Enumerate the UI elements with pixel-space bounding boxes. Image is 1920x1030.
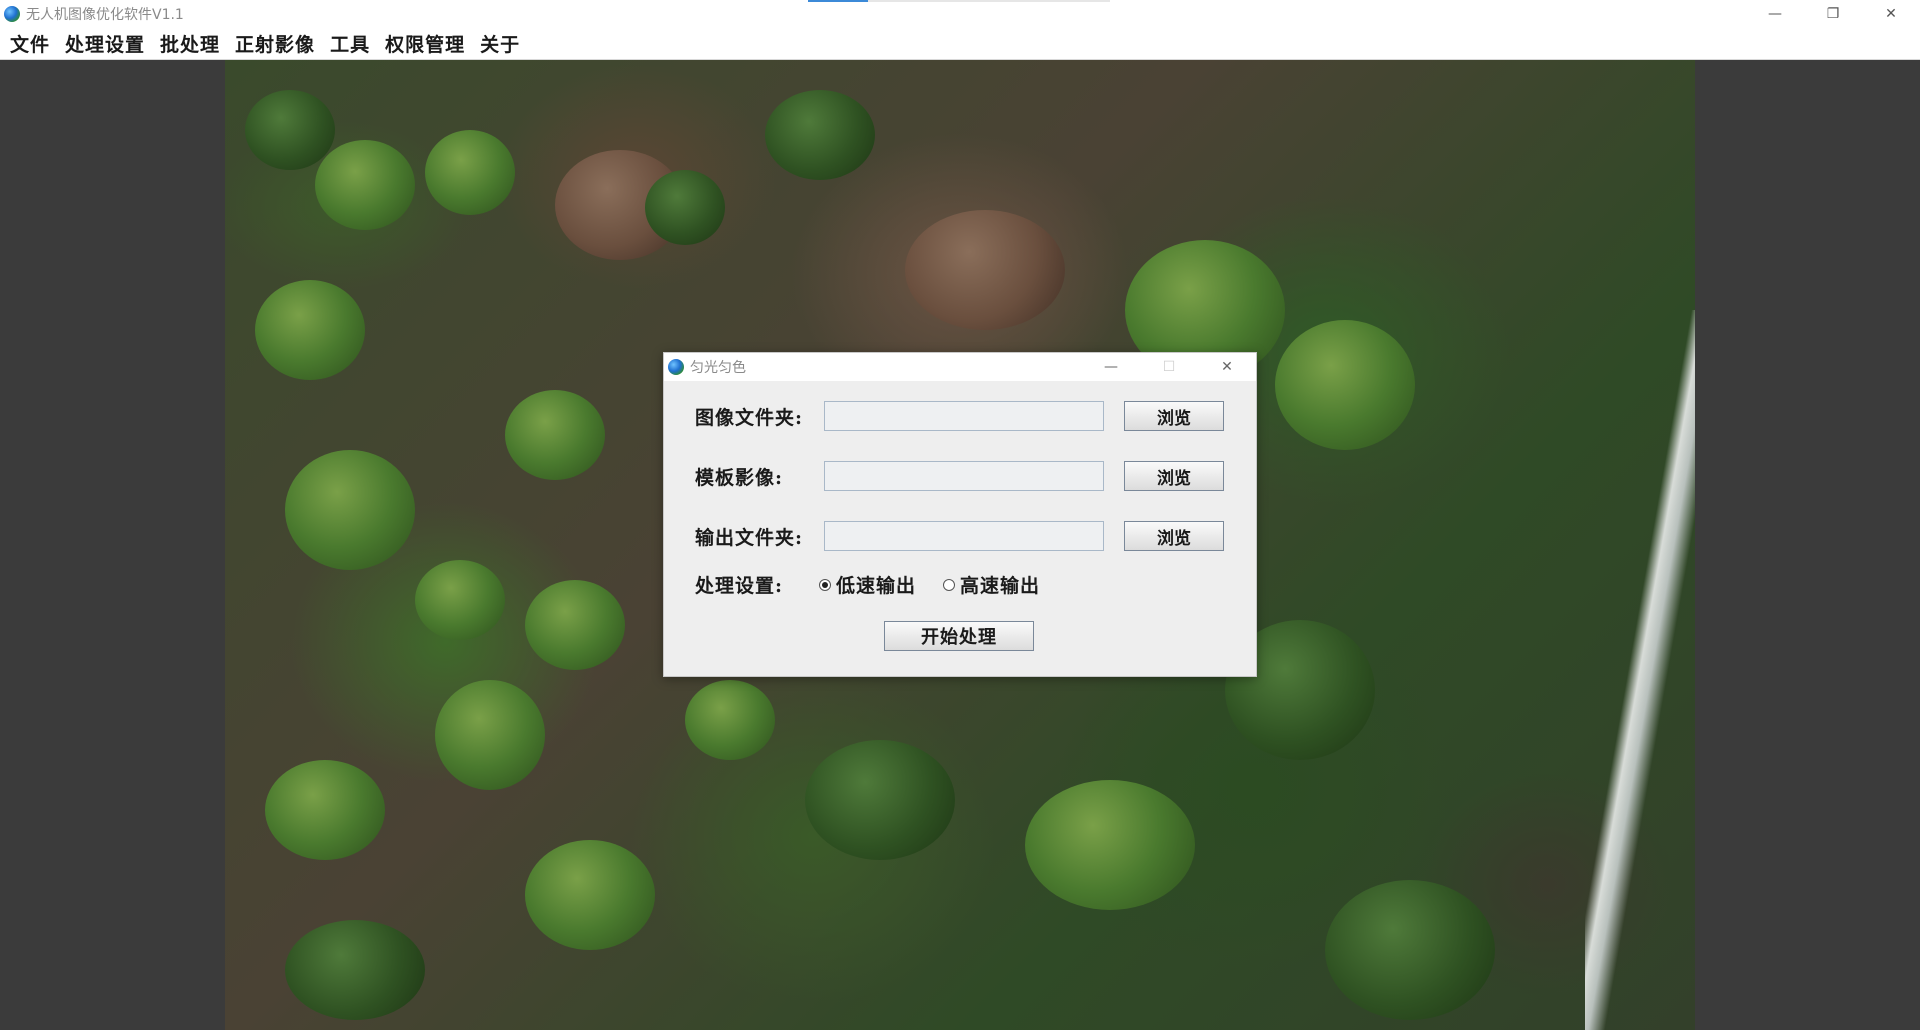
tree-canopy xyxy=(285,450,415,570)
title-progress-fill xyxy=(808,0,869,2)
processing-label: 处理设置: xyxy=(695,575,784,597)
tree-canopy xyxy=(505,390,605,480)
window-controls: — ❐ ✕ xyxy=(1746,0,1920,28)
image-folder-browse-button[interactable]: 浏览 xyxy=(1124,401,1224,431)
menu-orthophoto[interactable]: 正射影像 xyxy=(235,30,315,57)
tree-canopy xyxy=(685,680,775,760)
menu-file[interactable]: 文件 xyxy=(10,30,50,57)
tree-canopy xyxy=(765,90,875,180)
radio-low-speed-indicator[interactable] xyxy=(819,578,831,591)
tree-canopy xyxy=(285,920,425,1020)
tree-canopy xyxy=(645,170,725,245)
template-image-input[interactable] xyxy=(824,461,1104,491)
menu-bar: 文件 处理设置 批处理 正射影像 工具 权限管理 关于 xyxy=(0,28,1920,60)
tree-canopy xyxy=(805,740,955,860)
close-button[interactable]: ✕ xyxy=(1862,0,1920,28)
template-image-label: 模板影像: xyxy=(695,466,784,489)
image-folder-row: 图像文件夹: 浏览 xyxy=(695,401,1224,431)
dialog-title: 匀光匀色 xyxy=(690,360,746,376)
image-folder-input[interactable] xyxy=(824,401,1104,431)
dialog-minimize-button[interactable]: — xyxy=(1082,353,1140,381)
radio-low-speed[interactable]: 低速输出 xyxy=(819,571,916,598)
dialog-controls: — ☐ ✕ xyxy=(1082,353,1256,381)
template-image-row: 模板影像: 浏览 xyxy=(695,461,1224,491)
restore-button[interactable]: ❐ xyxy=(1804,0,1862,28)
tree-canopy xyxy=(435,680,545,790)
menu-permissions[interactable]: 权限管理 xyxy=(385,30,465,57)
start-processing-button[interactable]: 开始处理 xyxy=(884,621,1034,651)
tree-canopy xyxy=(265,760,385,860)
title-progress-bar xyxy=(808,0,1110,2)
tree-canopy xyxy=(255,280,365,380)
radio-high-speed-indicator[interactable] xyxy=(943,578,956,591)
output-folder-label: 输出文件夹: xyxy=(695,526,804,549)
tree-canopy xyxy=(1325,880,1495,1020)
tree-canopy xyxy=(525,840,655,950)
tree-canopy xyxy=(415,560,505,640)
window-title: 无人机图像优化软件V1.1 xyxy=(26,7,184,23)
output-folder-browse-button[interactable]: 浏览 xyxy=(1124,521,1224,551)
template-image-browse-button[interactable]: 浏览 xyxy=(1124,461,1224,491)
minimize-button[interactable]: — xyxy=(1746,0,1804,28)
dialog-titlebar: 匀光匀色 — ☐ ✕ xyxy=(664,353,1256,381)
menu-processing-settings[interactable]: 处理设置 xyxy=(65,30,145,57)
radio-high-speed-label: 高速输出 xyxy=(960,575,1041,597)
radio-low-speed-label: 低速输出 xyxy=(836,575,917,597)
tree-canopy xyxy=(905,210,1065,330)
window-titlebar: 无人机图像优化软件V1.1 — ❐ ✕ xyxy=(0,0,1920,28)
tree-canopy xyxy=(245,90,335,170)
color-balance-dialog: 匀光匀色 — ☐ ✕ 图像文件夹: 浏览 模板影像: 浏览 输出文件夹: 浏览 … xyxy=(663,352,1257,677)
menu-about[interactable]: 关于 xyxy=(480,30,520,57)
dialog-maximize-button: ☐ xyxy=(1162,359,1176,375)
globe-icon xyxy=(668,359,684,375)
menu-batch[interactable]: 批处理 xyxy=(160,30,220,57)
tree-canopy xyxy=(525,580,625,670)
output-folder-input[interactable] xyxy=(824,521,1104,551)
tree-canopy xyxy=(425,130,515,215)
output-folder-row: 输出文件夹: 浏览 xyxy=(695,521,1224,551)
globe-icon xyxy=(4,6,20,22)
tree-canopy xyxy=(1025,780,1195,910)
radio-high-speed[interactable]: 高速输出 xyxy=(943,571,1040,598)
dialog-close-button[interactable]: ✕ xyxy=(1198,353,1256,381)
processing-row: 处理设置: 低速输出 高速输出 xyxy=(695,571,1067,598)
image-folder-label: 图像文件夹: xyxy=(695,406,804,429)
tree-canopy xyxy=(315,140,415,230)
riverbed xyxy=(1585,310,1695,1030)
menu-tools[interactable]: 工具 xyxy=(330,30,370,57)
tree-canopy xyxy=(1275,320,1415,450)
